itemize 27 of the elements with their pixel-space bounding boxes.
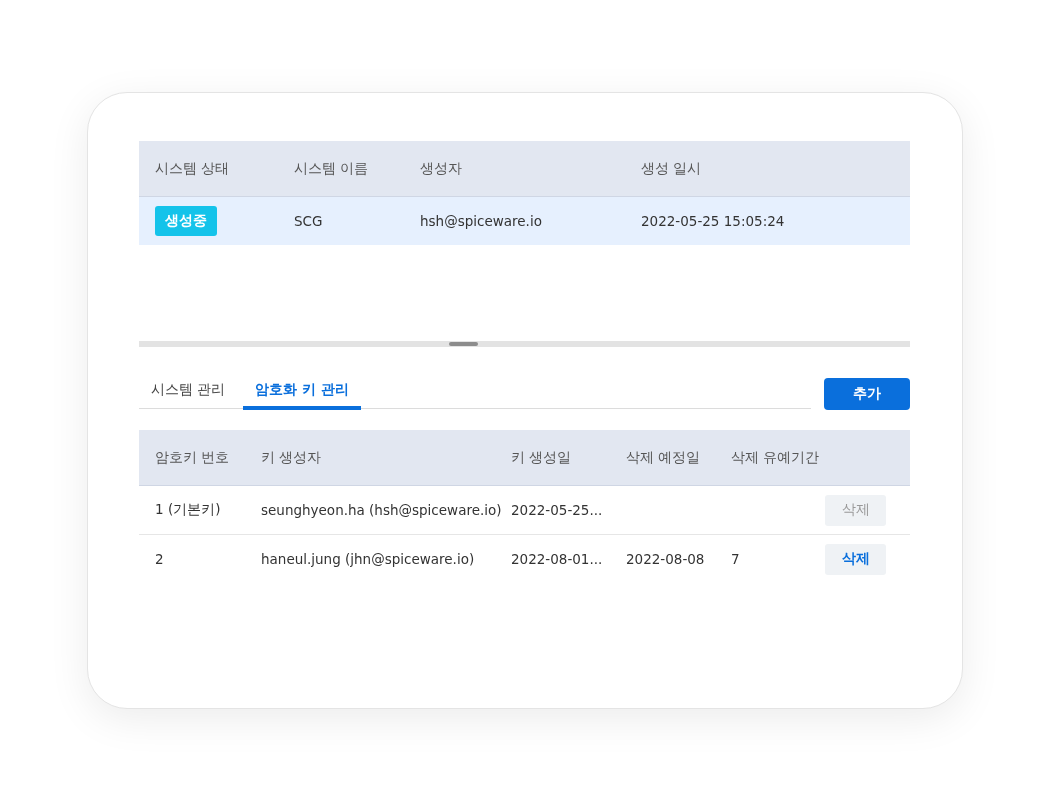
tab[interactable]: 시스템 관리 — [139, 377, 238, 408]
column-header: 삭제 예정일 — [626, 448, 701, 465]
table-cell: 2022-08-08 — [626, 551, 705, 567]
column-header: 시스템 상태 — [155, 159, 230, 176]
delete-button[interactable]: 삭제 — [825, 543, 886, 575]
column-header: 키 생성자 — [261, 448, 322, 465]
column-header: 키 생성일 — [511, 448, 572, 465]
table-cell: SCG — [294, 213, 323, 229]
column-header: 암호키 번호 — [155, 448, 230, 465]
table-cell: 2022-05-25... — [511, 502, 603, 518]
table-cell: hsh@spiceware.io — [420, 213, 542, 229]
table-cell: seunghyeon.ha (hsh@spiceware.io) — [261, 502, 502, 518]
table-cell: 2022-05-25 15:05:24 — [641, 213, 785, 229]
column-header: 생성자 — [420, 159, 462, 176]
tab[interactable]: 암호화 키 관리 — [243, 377, 362, 410]
table-cell: 7 — [731, 551, 740, 567]
column-header: 시스템 이름 — [294, 159, 369, 176]
table-cell: 2 — [155, 551, 164, 567]
add-button[interactable]: 추가 — [824, 378, 910, 410]
column-header: 생성 일시 — [641, 159, 702, 176]
splitter-handle[interactable] — [449, 342, 478, 346]
table-row[interactable]: 생성중 SCG hsh@spiceware.io 2022-05-25 15:05:24 — [139, 197, 910, 245]
table-cell: haneul.jung (jhn@spiceware.io) — [261, 551, 475, 567]
table-cell: 2022-08-01... — [511, 551, 603, 567]
status-badge: 생성중 — [155, 206, 217, 236]
column-header: 삭제 유예기간 — [731, 448, 820, 465]
table-cell: 1 (기본키) — [155, 501, 221, 517]
